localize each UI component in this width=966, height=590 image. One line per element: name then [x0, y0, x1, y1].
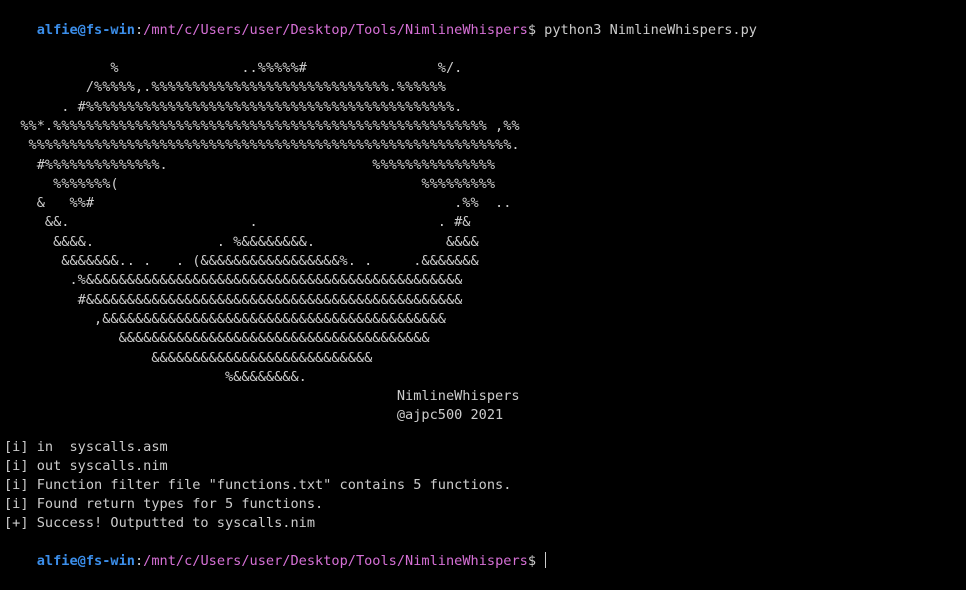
output-line: [+] Success! Outputted to syscalls.nim [4, 515, 315, 531]
prompt-separator: : [134, 22, 144, 38]
output-line: [i] Function filter file "functions.txt"… [4, 477, 512, 493]
ascii-art-line: &&&&&&&&&&&&&&&&&&&&&&&&&&&&&&&&&&&&&& [4, 330, 430, 347]
ascii-art-line: ,&&&&&&&&&&&&&&&&&&&&&&&&&&&&&&&&&&&&&&&… [4, 310, 446, 327]
prompt-path: /mnt/c/Users/user/Desktop/Tools/NimlineW… [143, 553, 528, 569]
ascii-art-line: %%%%%%%( %%%%%%%%% [4, 175, 496, 192]
ascii-art-line: &&. . . #& [4, 214, 471, 231]
ascii-art-line: #%%%%%%%%%%%%%%. %%%%%%%%%%%%%%% [4, 156, 496, 173]
prompt-separator: : [134, 553, 144, 569]
output-line: [i] Found return types for 5 functions. [4, 496, 324, 512]
command-input[interactable] [536, 553, 544, 569]
ascii-art-line: @ajpc500 2021 [4, 407, 504, 424]
executed-command: python3 NimlineWhispers.py [536, 22, 757, 38]
ascii-art-line: &&&&. . %&&&&&&&&. &&&& [4, 233, 479, 250]
prompt-path: /mnt/c/Users/user/Desktop/Tools/NimlineW… [143, 22, 528, 38]
command-prompt-line: alfie@fs-win:/mnt/c/Users/user/Desktop/T… [4, 2, 757, 38]
ascii-art-line: .%&&&&&&&&&&&&&&&&&&&&&&&&&&&&&&&&&&&&&&… [4, 272, 463, 289]
output-line: [i] in syscalls.asm [4, 439, 168, 455]
ascii-art-line: . #%%%%%%%%%%%%%%%%%%%%%%%%%%%%%%%%%%%%%… [4, 98, 463, 115]
prompt-user-host: alfie@fs-win [36, 22, 135, 38]
ascii-art-line: & %%# .%% .. [4, 195, 512, 212]
ascii-art-line: % ..%%%%%# %/. [4, 60, 463, 76]
output-line: [i] out syscalls.nim [4, 458, 168, 474]
ascii-art-line: %%%%%%%%%%%%%%%%%%%%%%%%%%%%%%%%%%%%%%%%… [4, 137, 520, 154]
active-prompt-line[interactable]: alfie@fs-win:/mnt/c/Users/user/Desktop/T… [4, 533, 547, 569]
ascii-art-line: /%%%%%,.%%%%%%%%%%%%%%%%%%%%%%%%%%%%%.%%… [4, 79, 446, 96]
ascii-art-line: #&&&&&&&&&&&&&&&&&&&&&&&&&&&&&&&&&&&&&&&… [4, 291, 463, 308]
ascii-art-line: %&&&&&&&&. [4, 368, 307, 385]
prompt-symbol: $ [527, 22, 536, 38]
ascii-art-line: &&&&&&&&&&&&&&&&&&&&&&&&&&& [4, 349, 373, 366]
ascii-art-line: NimlineWhispers [4, 388, 520, 405]
ascii-art-line: %%*.%%%%%%%%%%%%%%%%%%%%%%%%%%%%%%%%%%%%… [4, 117, 520, 134]
terminal-window[interactable]: alfie@fs-win:/mnt/c/Users/user/Desktop/T… [4, 0, 966, 569]
text-cursor [545, 552, 547, 568]
prompt-user-host: alfie@fs-win [36, 553, 135, 569]
prompt-symbol: $ [527, 553, 536, 569]
ascii-art-line: &&&&&&&.. . . (&&&&&&&&&&&&&&&&&%. . .&&… [4, 253, 479, 269]
